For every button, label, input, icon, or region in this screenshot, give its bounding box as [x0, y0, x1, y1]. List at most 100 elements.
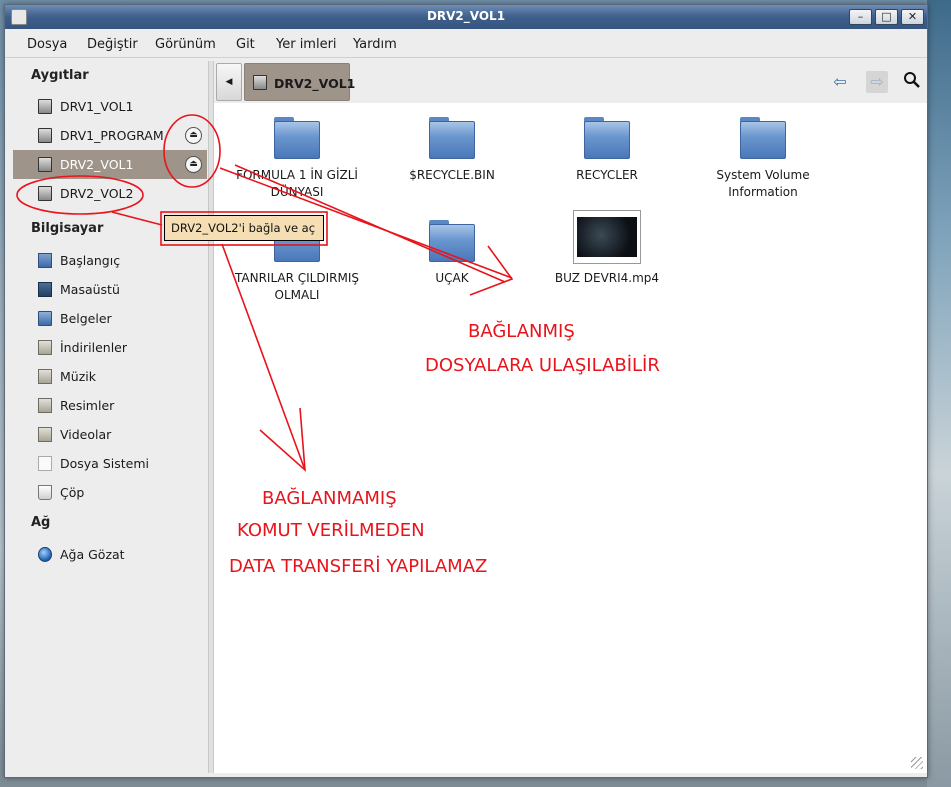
sidebar-item-label: Müzik	[60, 369, 96, 384]
file-name: FORMULA 1 İN GİZLİ DÜNYASI	[236, 168, 358, 199]
file-name: System Volume Information	[716, 168, 810, 199]
sidebar-item-label: Belgeler	[60, 311, 112, 326]
sidebar-item-cop[interactable]: Çöp	[13, 478, 207, 507]
sidebar-item-videolar[interactable]: Videolar	[13, 420, 207, 449]
breadcrumb-current[interactable]: DRV2_VOL1	[244, 63, 355, 101]
annotation-unmounted-line2: KOMUT VERİLMEDEN	[237, 520, 425, 541]
menu-dosya[interactable]: Dosya	[27, 37, 67, 52]
path-bar: ◀ DRV2_VOL1 ⇦ ⇨	[214, 61, 927, 103]
menu-git[interactable]: Git	[236, 37, 255, 52]
annotation-unmounted-line3: DATA TRANSFERİ YAPILAMAZ	[229, 556, 488, 577]
back-button[interactable]: ⇦	[829, 71, 851, 93]
arrow-left-icon: ⇦	[833, 72, 847, 91]
annotation-mounted-line2: DOSYALARA ULAŞILABİLİR	[425, 355, 660, 376]
sidebar-heading-network: Ağ	[31, 515, 51, 530]
sidebar-item-drv2-vol2[interactable]: DRV2_VOL2	[13, 179, 207, 208]
drive-icon	[253, 75, 267, 90]
folder-icon	[584, 117, 630, 159]
sidebar-heading-computer: Bilgisayar	[31, 221, 104, 236]
file-item-folder[interactable]: RECYCLER	[532, 107, 682, 207]
forward-button[interactable]: ⇨	[866, 71, 888, 93]
sidebar-item-indirilenler[interactable]: İndirilenler	[13, 333, 207, 362]
sidebar-item-label: Resimler	[60, 398, 115, 413]
folder-icon	[740, 117, 786, 159]
breadcrumb-label: DRV2_VOL1	[274, 76, 356, 91]
close-icon: ✕	[907, 10, 918, 23]
eject-icon[interactable]: ⏏	[185, 127, 202, 144]
file-item-folder[interactable]: System Volume Information	[688, 107, 838, 207]
path-scroll-left-button[interactable]: ◀	[216, 63, 242, 101]
filesystem-icon	[38, 456, 52, 471]
sidebar-item-label: DRV1_VOL1	[60, 99, 134, 114]
folder-icon	[429, 220, 475, 262]
sidebar-item-aga-gozat[interactable]: Ağa Gözat	[13, 540, 207, 569]
file-manager-window: DRV2_VOL1 – □ ✕ Dosya Değiştir Görünüm G…	[4, 4, 928, 778]
minimize-button[interactable]: –	[849, 9, 872, 25]
sidebar-item-masaustu[interactable]: Masaüstü	[13, 275, 207, 304]
network-globe-icon	[38, 547, 52, 562]
home-folder-icon	[38, 253, 52, 268]
triangle-left-icon: ◀	[225, 77, 233, 87]
eject-icon[interactable]: ⏏	[185, 156, 202, 173]
folder-icon	[429, 117, 475, 159]
sidebar-item-label: DRV1_PROGRAM	[60, 128, 164, 143]
sidebar-item-label: Çöp	[60, 485, 85, 500]
sidebar: Aygıtlar DRV1_VOL1 DRV1_PROGRAM ⏏ DRV2_V…	[9, 61, 207, 773]
menu-yardim[interactable]: Yardım	[353, 37, 397, 52]
sidebar-item-drv2-vol1[interactable]: DRV2_VOL1 ⏏	[13, 150, 207, 179]
sidebar-item-baslangic[interactable]: Başlangıç	[13, 246, 207, 275]
search-icon	[904, 72, 920, 88]
drive-icon	[38, 186, 52, 201]
drive-icon	[38, 157, 52, 172]
file-item-folder[interactable]: UÇAK	[377, 210, 527, 310]
file-name: RECYCLER	[576, 168, 638, 182]
title-bar[interactable]: DRV2_VOL1 – □ ✕	[5, 5, 927, 29]
close-button[interactable]: ✕	[901, 9, 924, 25]
folder-icon	[274, 117, 320, 159]
annotation-unmounted-line1: BAĞLANMAMIŞ	[262, 488, 397, 509]
sidebar-item-belgeler[interactable]: Belgeler	[13, 304, 207, 333]
sidebar-item-drv1-program[interactable]: DRV1_PROGRAM ⏏	[13, 121, 207, 150]
pictures-folder-icon	[38, 398, 52, 413]
resize-grip[interactable]	[911, 757, 923, 769]
trash-icon	[38, 485, 52, 500]
maximize-icon: □	[881, 10, 892, 23]
annotation-mounted-line1: BAĞLANMIŞ	[468, 321, 575, 342]
sidebar-item-muzik[interactable]: Müzik	[13, 362, 207, 391]
sidebar-item-label: Başlangıç	[60, 253, 121, 268]
maximize-button[interactable]: □	[875, 9, 898, 25]
mount-tooltip: DRV2_VOL2'i bağla ve aç	[164, 215, 324, 241]
menu-yer-imleri[interactable]: Yer imleri	[276, 37, 337, 52]
window-title: DRV2_VOL1	[426, 9, 506, 23]
file-name: $RECYCLE.BIN	[409, 168, 495, 182]
sidebar-item-label: DRV2_VOL2	[60, 186, 134, 201]
minimize-icon: –	[857, 10, 864, 23]
desktop-background	[927, 0, 951, 787]
search-button[interactable]	[901, 71, 923, 93]
file-item-video[interactable]: BUZ DEVRI4.mp4	[532, 206, 682, 306]
menu-gorunum[interactable]: Görünüm	[155, 37, 216, 52]
sidebar-item-label: İndirilenler	[60, 340, 128, 355]
file-item-folder[interactable]: FORMULA 1 İN GİZLİ DÜNYASI	[222, 107, 372, 207]
file-item-folder[interactable]: $RECYCLE.BIN	[377, 107, 527, 207]
video-thumbnail	[573, 210, 641, 264]
menu-degistir[interactable]: Değiştir	[87, 37, 138, 52]
drive-icon	[38, 99, 52, 114]
file-view[interactable]: FORMULA 1 İN GİZLİ DÜNYASI $RECYCLE.BIN …	[214, 103, 927, 773]
sidebar-item-label: DRV2_VOL1	[60, 157, 134, 172]
drive-icon	[38, 128, 52, 143]
arrow-right-icon: ⇨	[870, 72, 884, 91]
sidebar-heading-devices: Aygıtlar	[31, 68, 89, 83]
sidebar-item-label: Masaüstü	[60, 282, 120, 297]
file-name: UÇAK	[435, 271, 469, 285]
file-name: TANRILAR ÇILDIRMIŞ OLMALI	[234, 271, 359, 302]
sidebar-item-dosya-sistemi[interactable]: Dosya Sistemi	[13, 449, 207, 478]
sidebar-item-label: Dosya Sistemi	[60, 456, 149, 471]
menu-bar: Dosya Değiştir Görünüm Git Yer imleri Ya…	[5, 30, 927, 58]
sidebar-item-resimler[interactable]: Resimler	[13, 391, 207, 420]
sidebar-item-label: Ağa Gözat	[60, 547, 125, 562]
documents-folder-icon	[38, 311, 52, 326]
sidebar-item-label: Videolar	[60, 427, 112, 442]
sidebar-item-drv1-vol1[interactable]: DRV1_VOL1	[13, 92, 207, 121]
music-folder-icon	[38, 369, 52, 384]
